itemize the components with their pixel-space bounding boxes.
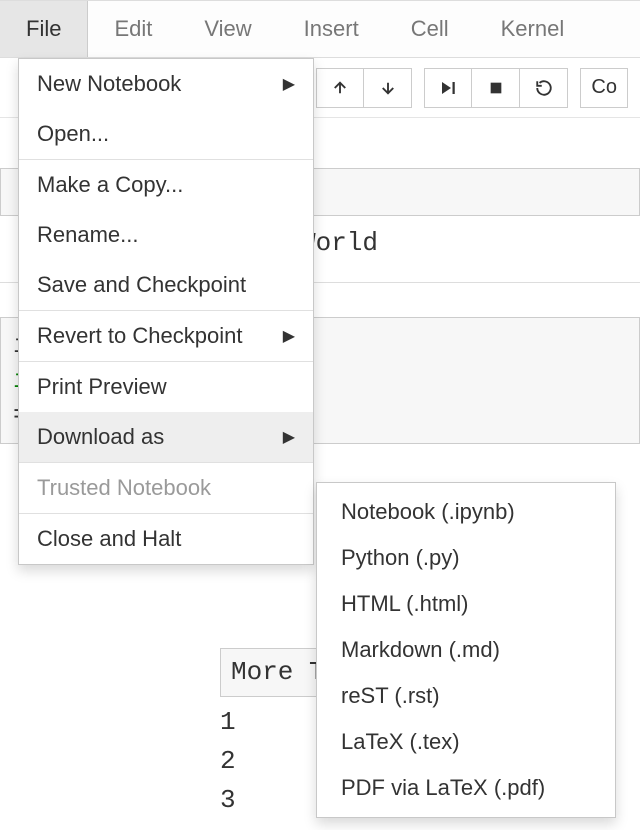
menu-label: Revert to Checkpoint	[37, 323, 242, 349]
download-tex[interactable]: LaTeX (.tex)	[317, 719, 615, 765]
menu-close-and-halt[interactable]: Close and Halt	[19, 514, 313, 564]
menu-label: Print Preview	[37, 374, 167, 400]
menu-rename[interactable]: Rename...	[19, 210, 313, 260]
menu-revert-to-checkpoint[interactable]: Revert to Checkpoint ▶	[19, 311, 313, 361]
menu-label: Open...	[37, 121, 109, 147]
stop-icon	[488, 80, 504, 96]
menu-label: New Notebook	[37, 71, 181, 97]
arrow-up-icon	[331, 79, 349, 97]
download-pdf[interactable]: PDF via LaTeX (.pdf)	[317, 765, 615, 811]
move-up-button[interactable]	[316, 68, 364, 108]
menu-download-as[interactable]: Download as ▶	[19, 412, 313, 462]
menu-print-preview[interactable]: Print Preview	[19, 362, 313, 412]
download-as-submenu: Notebook (.ipynb) Python (.py) HTML (.ht…	[316, 482, 616, 818]
menu-trusted-notebook: Trusted Notebook	[19, 463, 313, 513]
menu-new-notebook[interactable]: New Notebook ▶	[19, 59, 313, 109]
chevron-right-icon: ▶	[283, 74, 295, 94]
move-down-button[interactable]	[364, 68, 412, 108]
menu-insert[interactable]: Insert	[278, 1, 385, 57]
download-py[interactable]: Python (.py)	[317, 535, 615, 581]
menu-open[interactable]: Open...	[19, 109, 313, 159]
menu-view[interactable]: View	[178, 1, 277, 57]
step-forward-icon	[439, 79, 457, 97]
download-html[interactable]: HTML (.html)	[317, 581, 615, 627]
arrow-down-icon	[379, 79, 397, 97]
menu-label: Rename...	[37, 222, 139, 248]
menubar: File Edit View Insert Cell Kernel	[0, 0, 640, 58]
menu-file[interactable]: File	[0, 1, 88, 57]
download-rst[interactable]: reST (.rst)	[317, 673, 615, 719]
menu-label: Save and Checkpoint	[37, 272, 246, 298]
celltype-label: Co	[591, 76, 617, 99]
menu-kernel[interactable]: Kernel	[475, 1, 591, 57]
file-dropdown: New Notebook ▶ Open... Make a Copy... Re…	[18, 58, 314, 565]
menu-save-and-checkpoint[interactable]: Save and Checkpoint	[19, 260, 313, 310]
refresh-icon	[535, 79, 553, 97]
menu-label: Close and Halt	[37, 526, 181, 552]
celltype-select[interactable]: Co	[580, 68, 628, 108]
download-md[interactable]: Markdown (.md)	[317, 627, 615, 673]
restart-button[interactable]	[520, 68, 568, 108]
interrupt-button[interactable]	[472, 68, 520, 108]
run-button[interactable]	[424, 68, 472, 108]
download-ipynb[interactable]: Notebook (.ipynb)	[317, 489, 615, 535]
chevron-right-icon: ▶	[283, 427, 295, 447]
toolbar-run-group	[424, 68, 568, 108]
menu-make-a-copy[interactable]: Make a Copy...	[19, 160, 313, 210]
menu-label: Download as	[37, 424, 164, 450]
chevron-right-icon: ▶	[283, 326, 295, 346]
menu-label: Trusted Notebook	[37, 475, 211, 501]
menu-label: Make a Copy...	[37, 172, 183, 198]
toolbar-move-group	[316, 68, 412, 108]
menu-cell[interactable]: Cell	[385, 1, 475, 57]
menu-edit[interactable]: Edit	[88, 1, 178, 57]
